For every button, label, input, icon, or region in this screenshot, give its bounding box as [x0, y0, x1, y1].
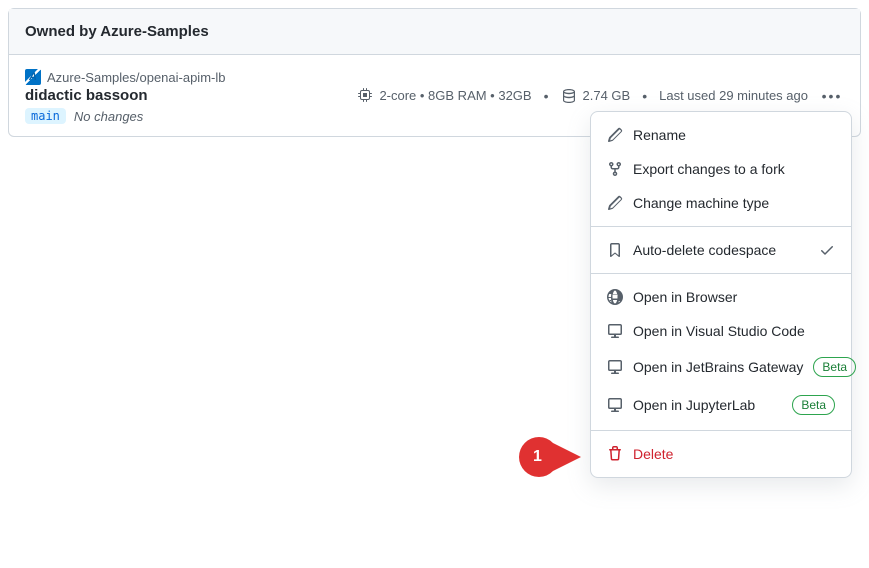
callout-number: 1 — [533, 448, 542, 466]
globe-icon — [607, 289, 623, 305]
specs-text: 2-core • 8GB RAM • 32GB — [379, 88, 531, 103]
menu-auto-delete[interactable]: Auto-delete codespace — [591, 233, 851, 267]
menu-delete[interactable]: Delete — [591, 437, 851, 471]
check-icon — [819, 242, 835, 258]
menu-divider — [591, 226, 851, 227]
owner-avatar: A — [25, 69, 41, 85]
callout-marker: 1 — [519, 437, 581, 477]
owner-title: Owned by Azure-Samples — [25, 23, 209, 40]
more-actions-button[interactable]: ••• — [820, 88, 844, 104]
bookmark-icon — [607, 242, 623, 258]
menu-divider — [591, 430, 851, 431]
branch-badge[interactable]: main — [25, 108, 66, 124]
desktop-icon — [607, 397, 623, 413]
git-status: No changes — [74, 109, 143, 124]
pencil-icon — [607, 127, 623, 143]
menu-open-jupyter[interactable]: Open in JupyterLab Beta — [591, 386, 851, 424]
codespace-owner-card: Owned by Azure-Samples A Azure-Samples/o… — [8, 8, 861, 137]
repo-line: A Azure-Samples/openai-apim-lb — [25, 69, 844, 85]
separator: • — [544, 88, 549, 104]
repo-path[interactable]: Azure-Samples/openai-apim-lb — [47, 70, 225, 85]
pencil-icon — [607, 195, 623, 211]
codespace-row: A Azure-Samples/openai-apim-lb didactic … — [9, 55, 860, 136]
beta-badge: Beta — [813, 357, 856, 377]
codespace-actions-menu: Rename Export changes to a fork Change m… — [590, 111, 852, 478]
desktop-icon — [607, 359, 623, 375]
git-fork-icon — [607, 161, 623, 177]
desktop-icon — [607, 323, 623, 339]
codespace-main-line: didactic bassoon 2-core • 8GB RAM • 32GB… — [25, 87, 844, 104]
storage-block: 2.74 GB — [561, 88, 631, 104]
separator: • — [642, 88, 647, 104]
cpu-icon — [357, 88, 373, 104]
codespace-name[interactable]: didactic bassoon — [25, 87, 148, 104]
menu-divider — [591, 273, 851, 274]
menu-open-browser[interactable]: Open in Browser — [591, 280, 851, 314]
trash-icon — [607, 446, 623, 462]
menu-change-machine[interactable]: Change machine type — [591, 186, 851, 220]
menu-rename[interactable]: Rename — [591, 118, 851, 152]
beta-badge: Beta — [792, 395, 835, 415]
storage-text: 2.74 GB — [583, 88, 631, 103]
last-used: Last used 29 minutes ago — [659, 88, 808, 103]
menu-open-vscode[interactable]: Open in Visual Studio Code — [591, 314, 851, 348]
database-icon — [561, 88, 577, 104]
menu-open-jetbrains[interactable]: Open in JetBrains Gateway Beta — [591, 348, 851, 386]
machine-specs: 2-core • 8GB RAM • 32GB — [357, 88, 531, 104]
card-header: Owned by Azure-Samples — [9, 9, 860, 55]
menu-export-fork[interactable]: Export changes to a fork — [591, 152, 851, 186]
